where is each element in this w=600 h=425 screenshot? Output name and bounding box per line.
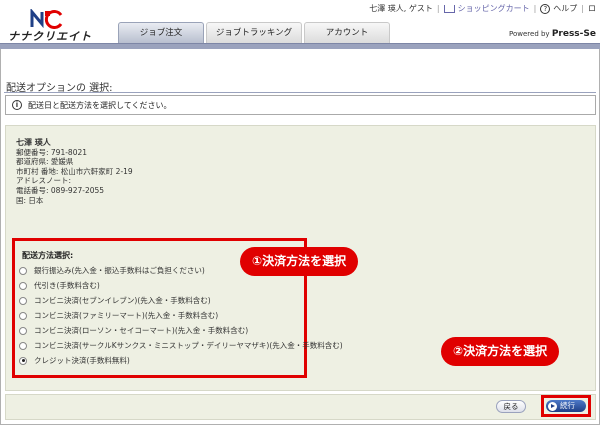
option-cash-on-delivery[interactable]: 代引き(手数料含む) xyxy=(19,278,343,293)
address-note: アドレスノート: xyxy=(16,176,72,186)
address-block: 七澤 瑛人 郵便番号: 791-8021 都道府県: 愛媛県 市町村 番地: 松… xyxy=(16,138,133,205)
address-name: 七澤 瑛人 xyxy=(16,138,51,147)
logo-mark-icon xyxy=(30,9,63,29)
utility-links: 七澤 瑛人, ゲスト | ショッピングカート | ? ヘルプ | ロ xyxy=(369,3,596,14)
cart-icon xyxy=(443,4,455,13)
user-greeting: 七澤 瑛人, ゲスト xyxy=(369,4,433,13)
info-message-box: i 配送日と配送方法を選択してください。 xyxy=(5,95,596,115)
next-button[interactable]: 続行 xyxy=(546,400,586,412)
callout-step2: ②決済方法を選択 xyxy=(441,337,560,366)
next-button-label: 続行 xyxy=(560,401,575,410)
tab-job-tracking[interactable]: ジョブトラッキング xyxy=(206,22,302,43)
cart-label: ショッピングカート xyxy=(457,4,530,13)
help-icon: ? xyxy=(540,3,551,14)
help-link[interactable]: ? ヘルプ xyxy=(540,3,577,14)
tab-account[interactable]: アカウント xyxy=(304,22,390,43)
main-tabs: ジョブ注文 ジョブトラッキング アカウント xyxy=(118,22,392,43)
option-seven-eleven[interactable]: コンビニ決済(セブンイレブン)(先入金・手数料含む) xyxy=(19,293,343,308)
option-lawson[interactable]: コンビニ決済(ローソン・セイコーマート)(先入金・手数料含む) xyxy=(19,323,343,338)
tab-job-order[interactable]: ジョブ注文 xyxy=(118,22,204,43)
title-divider xyxy=(4,92,596,93)
info-icon: i xyxy=(12,100,22,110)
logout-link[interactable]: ロ xyxy=(588,3,596,14)
radio-button[interactable] xyxy=(19,281,27,290)
shipping-options: 銀行振込み(先入金・振込手数料はご負担ください) 代引き(手数料含む) コンビニ… xyxy=(19,263,343,368)
option-circle-k[interactable]: コンビニ決済(サークルKサンクス・ミニストップ・デイリーヤマザキ)(先入金・手数… xyxy=(19,338,343,353)
option-credit-card[interactable]: クレジット決済(手数料無料) xyxy=(19,353,343,368)
address-phone: 電話番号: 089-927-2055 xyxy=(16,185,105,195)
address-street: 市町村 番地: 松山市六軒家町 2-19 xyxy=(16,166,133,176)
nav-bar xyxy=(0,43,600,49)
radio-button-selected[interactable] xyxy=(19,356,27,365)
option-family-mart[interactable]: コンビニ決済(ファミリーマート)(先入金・手数料含む) xyxy=(19,308,343,323)
powered-by: Powered by Press-Se xyxy=(509,29,596,39)
header: ナナクリエイト 七澤 瑛人, ゲスト | ショッピングカート | ? ヘルプ |… xyxy=(0,0,600,44)
info-message: 配送日と配送方法を選択してください。 xyxy=(28,100,172,110)
radio-button[interactable] xyxy=(19,341,27,350)
address-prefecture: 都道府県: 愛媛県 xyxy=(16,157,74,167)
play-icon xyxy=(548,401,557,411)
radio-button[interactable] xyxy=(19,326,27,335)
cart-link[interactable]: ショッピングカート xyxy=(443,3,530,14)
address-country: 国: 日本 xyxy=(16,195,44,205)
back-button[interactable]: 戻る xyxy=(496,400,526,413)
callout-step1: ①決済方法を選択 xyxy=(240,247,359,276)
powered-brand: Press-Se xyxy=(551,29,596,39)
radio-button[interactable] xyxy=(19,266,27,275)
shipping-method-label: 配送方法選択: xyxy=(22,251,74,260)
next-button-highlight: 続行 xyxy=(541,395,591,417)
radio-button[interactable] xyxy=(19,296,27,305)
address-postal: 郵便番号: 791-8021 xyxy=(16,147,88,157)
help-label: ヘルプ xyxy=(553,4,578,13)
logo-text: ナナクリエイト xyxy=(8,30,92,43)
radio-button[interactable] xyxy=(19,311,27,320)
